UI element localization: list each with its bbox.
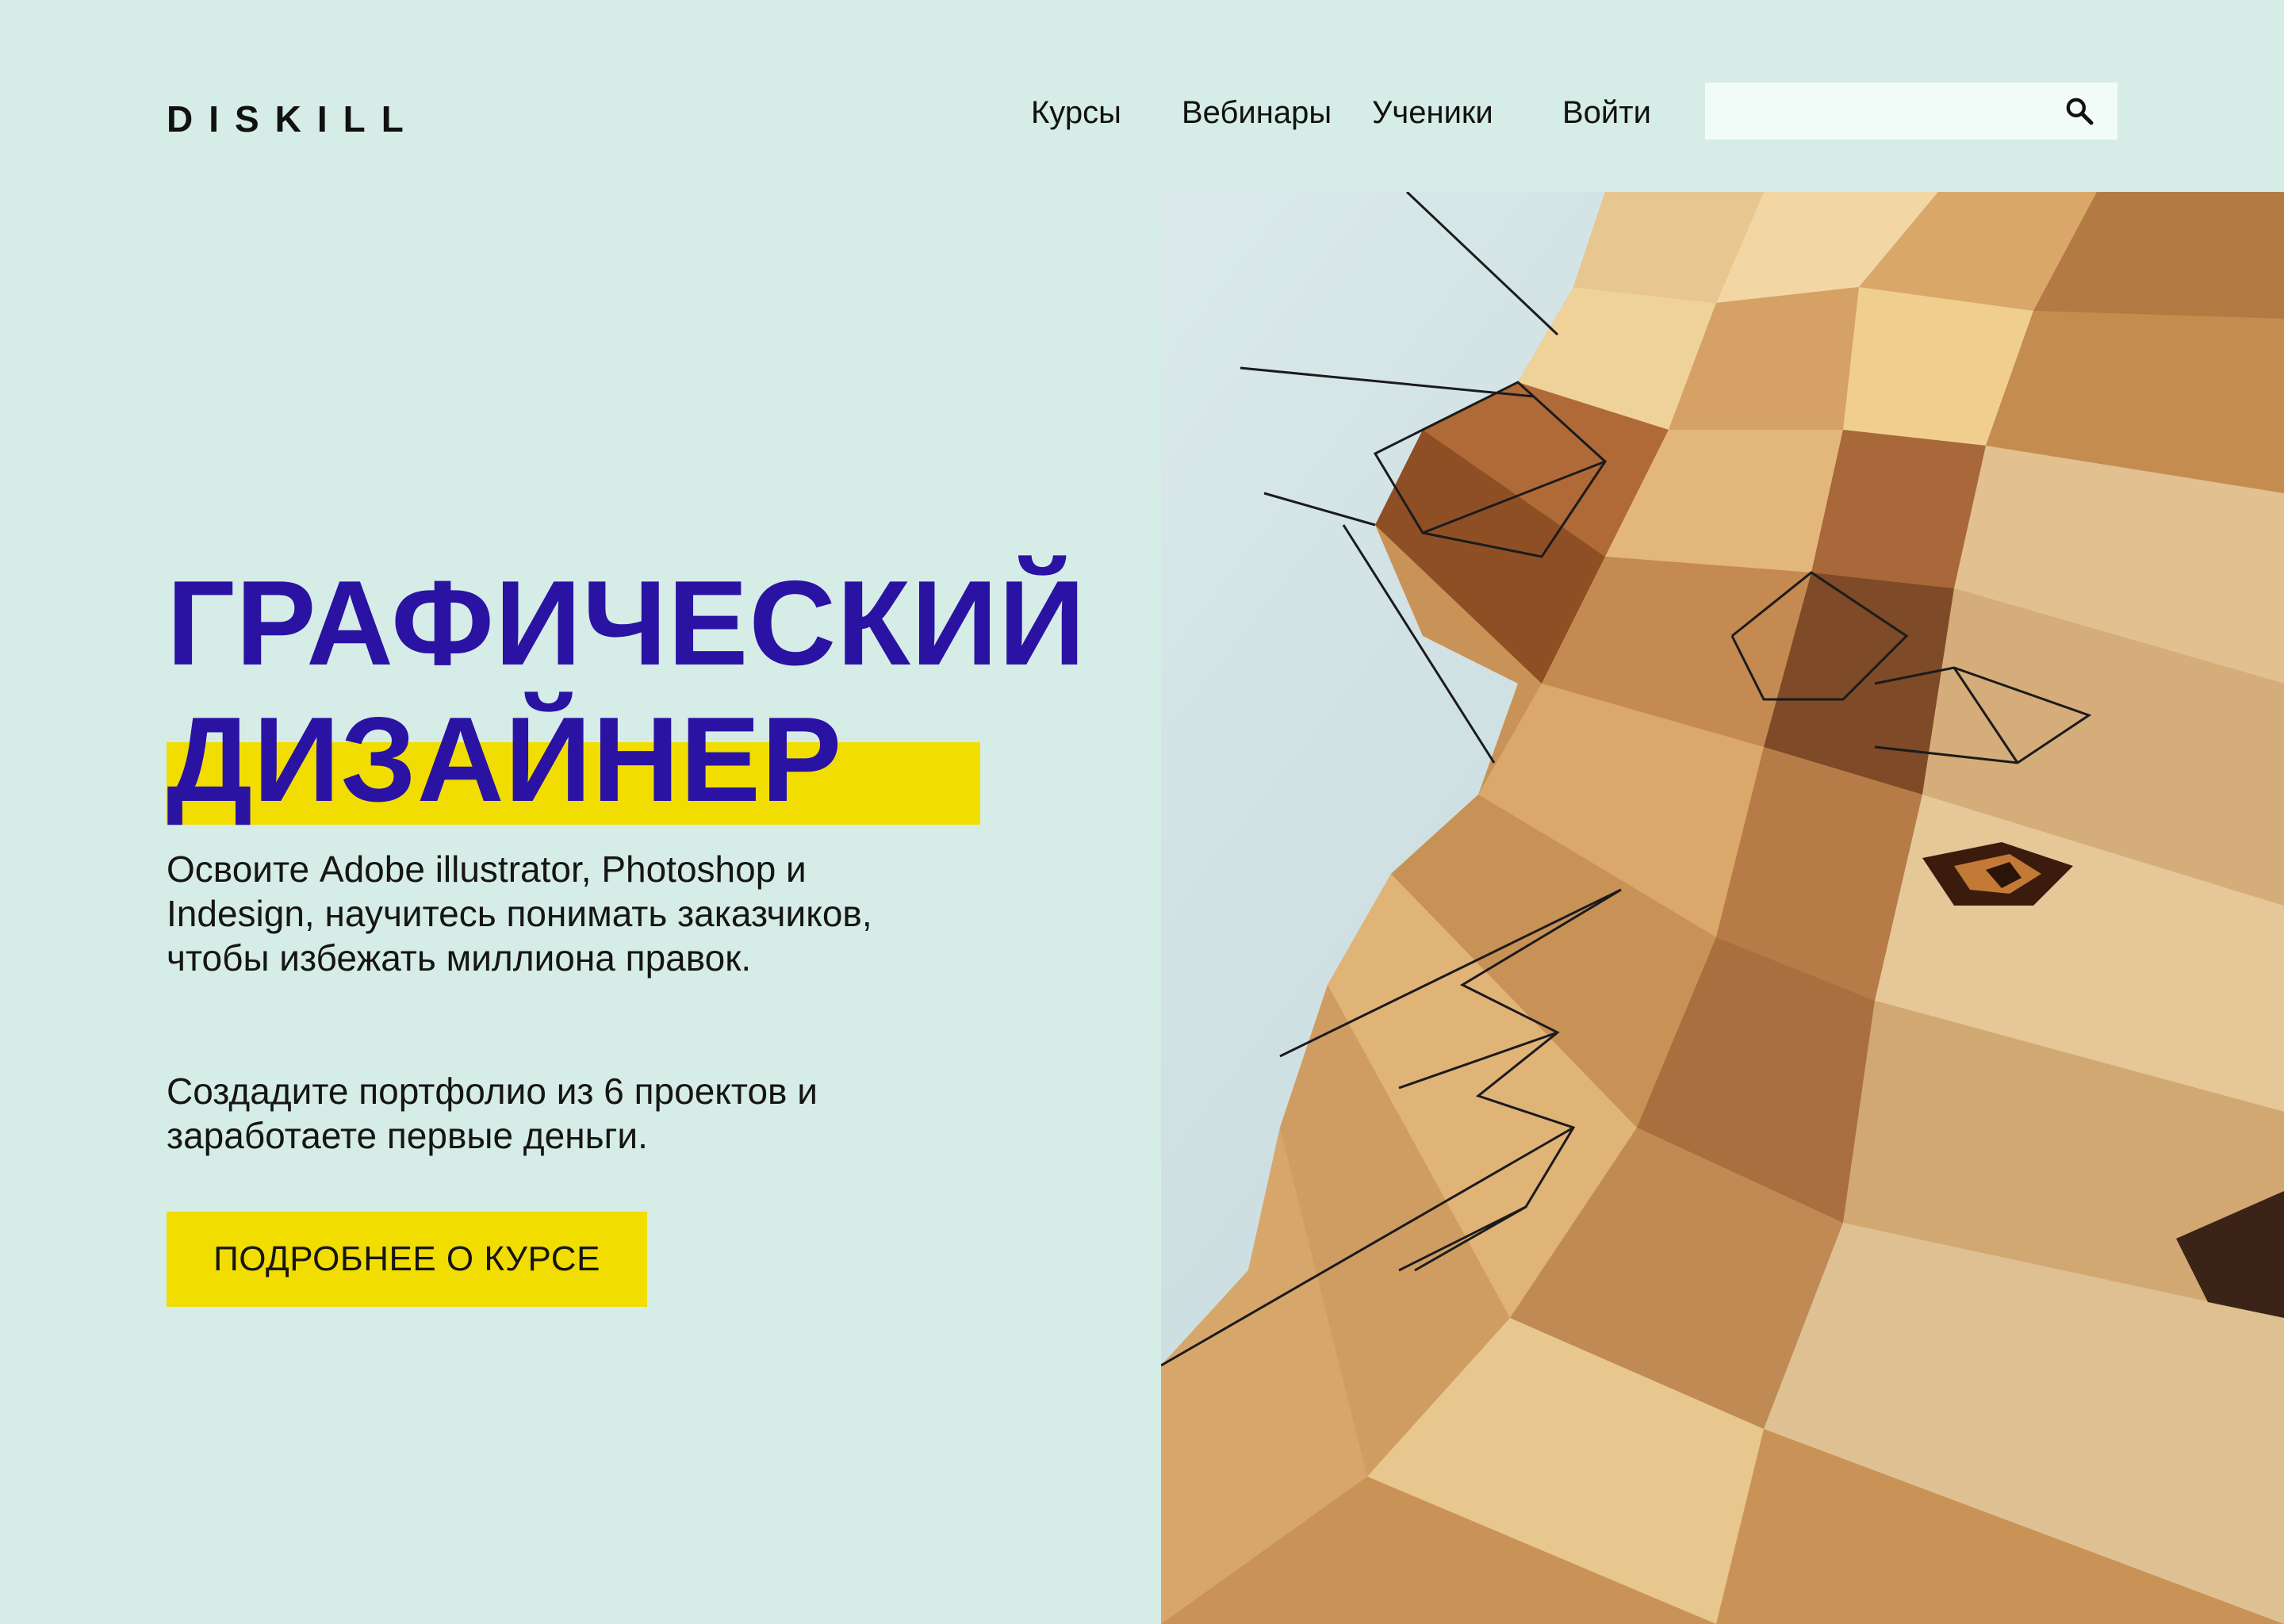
- hero-title-line1: ГРАФИЧЕСКИЙ: [167, 556, 1086, 691]
- nav-courses[interactable]: Курсы: [1031, 89, 1121, 136]
- hero-description-2: Создадите портфолио из 6 проектов и зара…: [167, 1071, 818, 1156]
- nav-webinars[interactable]: Вебинары: [1182, 89, 1332, 136]
- nav-login[interactable]: Войти: [1562, 89, 1651, 136]
- nav-students[interactable]: Ученики: [1372, 89, 1493, 136]
- search-box: [1705, 82, 2117, 140]
- logo[interactable]: DISKILL: [167, 95, 420, 143]
- search-icon[interactable]: [2064, 95, 2095, 127]
- lion-illustration: [1161, 192, 2284, 1624]
- search-input[interactable]: [1705, 82, 2054, 140]
- course-details-button[interactable]: ПОДРОБНЕЕ О КУРСЕ: [167, 1212, 647, 1307]
- hero-title-line2: ДИЗАЙНЕР: [167, 692, 843, 827]
- hero-description-1: Освоите Adobe illustrator, Photoshop и I…: [167, 848, 872, 979]
- hero-title: ГРАФИЧЕСКИЙ ДИЗАЙНЕР: [167, 555, 1086, 828]
